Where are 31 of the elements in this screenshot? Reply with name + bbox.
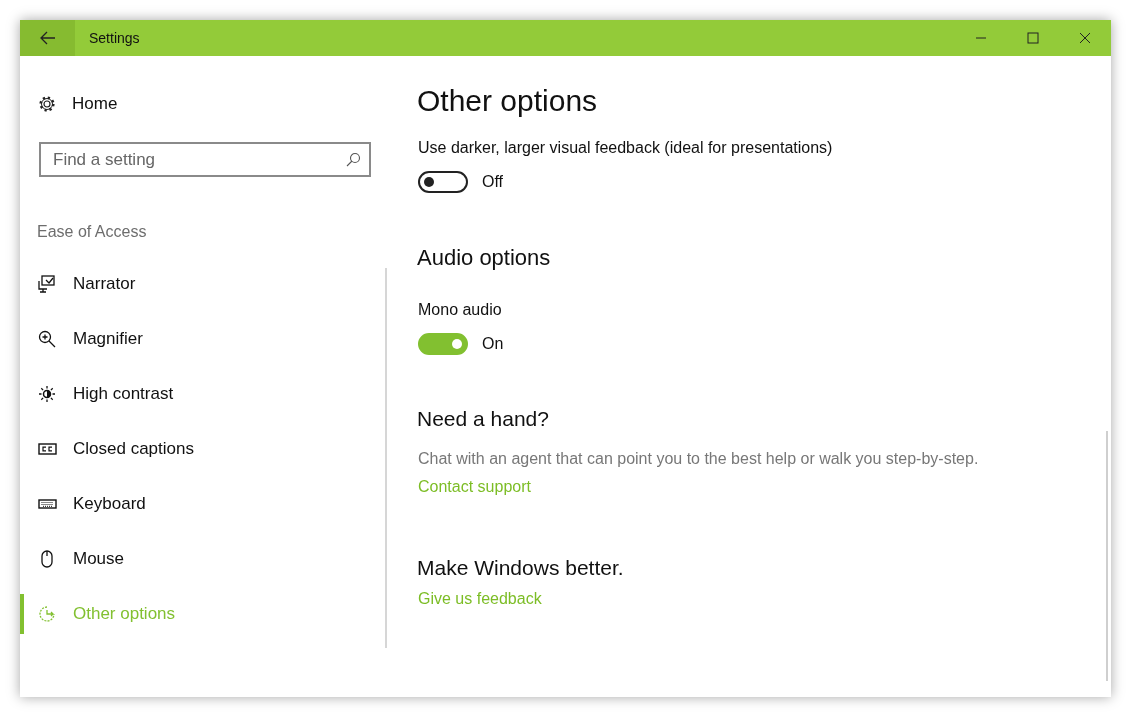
search-field[interactable]: Find a setting: [39, 142, 371, 177]
contrast-icon: [38, 385, 57, 403]
nav-item[interactable]: Closed captions: [20, 429, 387, 469]
nav-item[interactable]: Narrator: [20, 264, 387, 304]
nav-item[interactable]: Magnifier: [20, 319, 387, 359]
maximize-icon: [1027, 32, 1039, 44]
nav-item[interactable]: Mouse: [20, 539, 387, 579]
window-title: Settings: [89, 30, 141, 46]
settings-icon: [38, 95, 56, 113]
captions-icon: [38, 440, 57, 458]
toggle-switch[interactable]: [418, 333, 468, 355]
section-heading: Need a hand?: [417, 407, 550, 431]
section-heading: Make Windows better.: [417, 556, 625, 580]
toggle-switch[interactable]: [418, 171, 468, 193]
nav-item[interactable]: High contrast: [20, 374, 387, 414]
help-text: Chat with an agent that can point you to the best help or walk you step-by-step.: [418, 450, 980, 468]
toggle-state: Off: [482, 173, 504, 191]
page-title: Other options: [417, 84, 599, 118]
setting-label: Use darker, larger visual feedback (ideal for presentations): [418, 139, 834, 157]
section-label: Ease of Access: [37, 223, 148, 241]
back-button[interactable]: [20, 20, 75, 56]
toggle-state: On: [482, 335, 504, 353]
setting-label: Mono audio: [418, 301, 503, 319]
close-icon: [1079, 32, 1091, 44]
magnifier-icon: [38, 330, 57, 348]
scrollbar[interactable]: [1106, 431, 1108, 681]
section-heading: Audio options: [417, 245, 552, 271]
back-arrow-icon: [39, 31, 56, 45]
search-icon: [346, 152, 361, 167]
nav-item[interactable]: Keyboard: [20, 484, 387, 524]
home-link[interactable]: Home: [72, 94, 118, 114]
